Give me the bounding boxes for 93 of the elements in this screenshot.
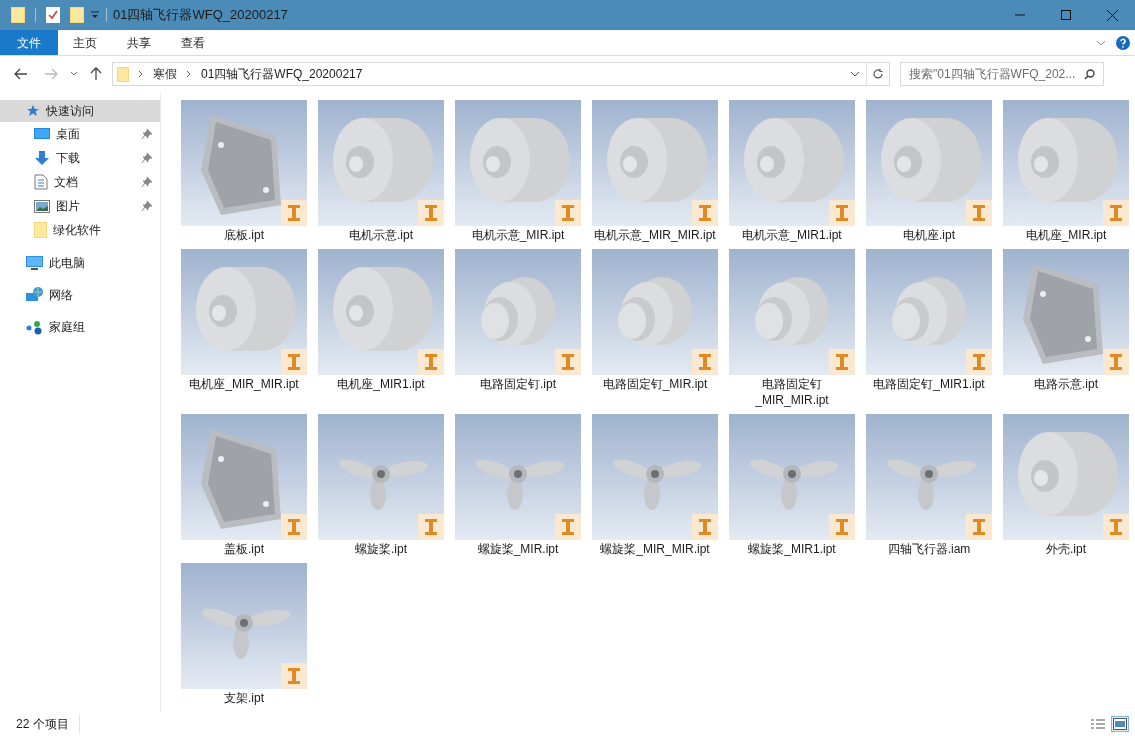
nav-item[interactable]: 网络 bbox=[0, 284, 160, 306]
network-icon bbox=[26, 287, 43, 303]
file-type-icon bbox=[829, 200, 855, 226]
nav-item[interactable]: 桌面 bbox=[0, 122, 160, 146]
file-type-icon bbox=[829, 349, 855, 375]
close-icon bbox=[1106, 9, 1118, 21]
window-title: 01四轴飞行器WFQ_20200217 bbox=[113, 6, 288, 25]
file-type-icon bbox=[829, 514, 855, 540]
file-name[interactable]: 电机座_MIR1.ipt bbox=[318, 376, 444, 392]
homegroup-icon bbox=[26, 319, 43, 335]
file-name[interactable]: 电机座.ipt bbox=[866, 227, 992, 243]
nav-item[interactable]: 家庭组 bbox=[0, 316, 160, 338]
file-type-icon bbox=[966, 514, 992, 540]
file-name[interactable]: 螺旋桨_MIR_MIR.ipt bbox=[592, 541, 718, 557]
file-type-icon bbox=[1103, 349, 1129, 375]
file-type-icon bbox=[555, 200, 581, 226]
chevron-down-icon[interactable] bbox=[70, 71, 78, 77]
file-type-icon bbox=[418, 349, 444, 375]
file-name[interactable]: 底板.ipt bbox=[181, 227, 307, 243]
large-icons-view-icon bbox=[1113, 718, 1127, 730]
file-name[interactable]: 螺旋桨.ipt bbox=[318, 541, 444, 557]
file-name[interactable]: 电机示意.ipt bbox=[318, 227, 444, 243]
help-icon[interactable] bbox=[1116, 35, 1130, 50]
breadcrumb[interactable]: 01四轴飞行器WFQ_20200217 bbox=[201, 65, 363, 83]
checklist-icon[interactable] bbox=[46, 7, 60, 23]
file-type-icon bbox=[555, 349, 581, 375]
pin-icon[interactable] bbox=[142, 201, 152, 211]
file-type-icon bbox=[1103, 514, 1129, 540]
file-type-icon bbox=[1103, 200, 1129, 226]
file-type-icon bbox=[692, 200, 718, 226]
file-name[interactable]: 四轴飞行器.iam bbox=[866, 541, 992, 557]
search-field[interactable]: 搜索"01四轴飞行器WFQ_202... bbox=[900, 62, 1104, 86]
nav-item[interactable]: 图片 bbox=[0, 194, 160, 218]
file-name[interactable]: 电机座_MIR_MIR.ipt bbox=[181, 376, 307, 392]
nav-item[interactable]: 文档 bbox=[0, 170, 160, 194]
address-field[interactable]: 寒假 01四轴飞行器WFQ_20200217 bbox=[112, 62, 890, 86]
file-type-icon bbox=[418, 200, 444, 226]
file-type-icon bbox=[966, 200, 992, 226]
download-icon bbox=[34, 150, 50, 166]
file-name[interactable]: 盖板.ipt bbox=[181, 541, 307, 557]
folder-icon bbox=[117, 66, 129, 82]
file-name[interactable]: 电机座_MIR.ipt bbox=[1003, 227, 1129, 243]
breadcrumb[interactable]: 寒假 bbox=[153, 65, 177, 83]
up-arrow-icon[interactable] bbox=[90, 67, 102, 81]
nav-item[interactable]: 下载 bbox=[0, 146, 160, 170]
pin-icon[interactable] bbox=[142, 153, 152, 163]
file-name[interactable]: 螺旋桨_MIR1.ipt bbox=[729, 541, 855, 557]
file-name[interactable]: 电路固定钉.ipt bbox=[455, 376, 581, 392]
pin-icon[interactable] bbox=[142, 177, 152, 187]
back-arrow-icon[interactable] bbox=[14, 68, 28, 80]
breadcrumb-chevron-icon[interactable] bbox=[186, 70, 192, 78]
details-view-icon bbox=[1091, 718, 1105, 730]
file-name[interactable]: 电路固定钉_MIR_MIR.ipt bbox=[729, 376, 855, 408]
file-type-icon bbox=[281, 349, 307, 375]
file-name[interactable]: 电路固定钉_MIR.ipt bbox=[592, 376, 718, 392]
file-type-icon bbox=[281, 663, 307, 689]
ribbon-tab[interactable]: 主页 bbox=[58, 30, 112, 55]
file-name[interactable]: 电路固定钉_MIR1.ipt bbox=[866, 376, 992, 392]
folder-icon bbox=[34, 222, 47, 238]
file-name[interactable]: 电机示意_MIR1.ipt bbox=[729, 227, 855, 243]
monitor-icon bbox=[34, 127, 50, 141]
nav-item[interactable]: 此电脑 bbox=[0, 252, 160, 274]
ribbon-tab[interactable]: 共享 bbox=[112, 30, 166, 55]
chevron-down-icon[interactable] bbox=[850, 70, 860, 78]
file-name[interactable]: 外壳.ipt bbox=[1003, 541, 1129, 557]
file-type-icon bbox=[281, 200, 307, 226]
file-type-icon bbox=[692, 514, 718, 540]
nav-item[interactable]: 快速访问 bbox=[0, 100, 160, 122]
file-name[interactable]: 电机示意_MIR.ipt bbox=[455, 227, 581, 243]
file-type-icon bbox=[555, 514, 581, 540]
file-name[interactable]: 电机示意_MIR_MIR.ipt bbox=[592, 227, 718, 243]
file-type-icon bbox=[418, 514, 444, 540]
file-name[interactable]: 电路示意.ipt bbox=[1003, 376, 1129, 392]
pin-icon[interactable] bbox=[142, 129, 152, 139]
nav-item[interactable]: 绿化软件 bbox=[0, 218, 160, 242]
document-icon bbox=[34, 174, 48, 190]
computer-icon bbox=[26, 255, 43, 271]
large-icons-view-button[interactable] bbox=[1111, 716, 1129, 732]
file-type-icon bbox=[281, 514, 307, 540]
refresh-icon[interactable] bbox=[872, 68, 884, 80]
image-icon bbox=[34, 199, 50, 213]
star-icon bbox=[26, 104, 40, 118]
file-type-icon bbox=[966, 349, 992, 375]
item-count: 22 个项目 bbox=[16, 715, 80, 733]
search-icon bbox=[1084, 68, 1095, 80]
maximize-icon bbox=[1061, 10, 1071, 20]
dropdown-icon[interactable] bbox=[90, 10, 100, 20]
file-type-icon bbox=[692, 349, 718, 375]
file-menu-tab[interactable]: 文件 bbox=[0, 30, 58, 55]
breadcrumb-chevron-icon[interactable] bbox=[138, 70, 144, 78]
ribbon-tab[interactable]: 查看 bbox=[166, 30, 220, 55]
file-name[interactable]: 支架.ipt bbox=[181, 690, 307, 706]
file-name[interactable]: 螺旋桨_MIR.ipt bbox=[455, 541, 581, 557]
